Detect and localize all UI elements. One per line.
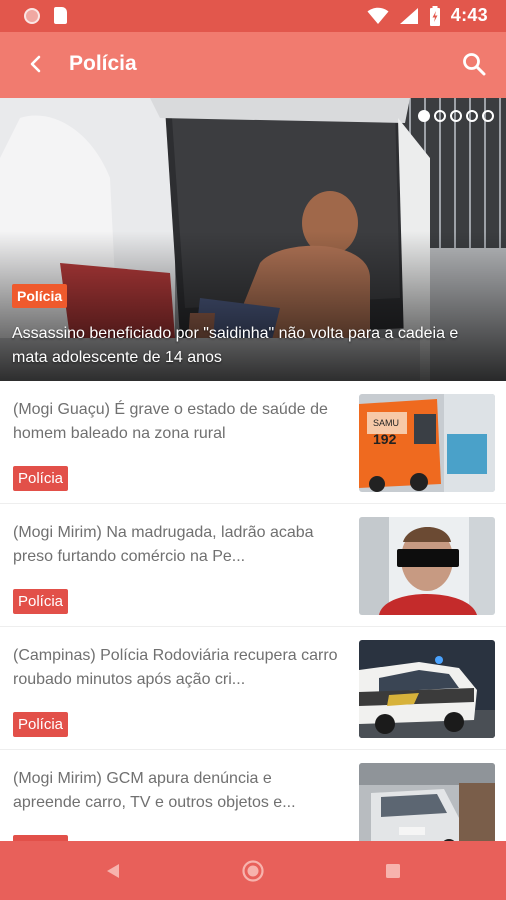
back-button[interactable] [18,46,54,82]
hero-headline[interactable]: Assassino beneficiado por "saidinha" não… [12,322,498,370]
signal-icon [399,7,418,24]
nav-recents-button[interactable] [377,855,409,887]
category-badge[interactable]: Polícia [13,712,69,737]
search-icon [463,53,486,76]
news-item[interactable]: (Campinas) Polícia Rodoviária recupera c… [0,627,506,750]
pager-dot[interactable] [466,110,478,122]
nav-back-button[interactable] [97,855,129,887]
news-headline[interactable]: (Mogi Mirim) Na madrugada, ladrão acaba … [13,521,343,569]
news-thumbnail[interactable] [359,640,495,738]
pager-dot[interactable] [450,110,462,122]
news-thumbnail[interactable]: 192 SAMU [359,394,495,492]
battery-icon [429,5,440,26]
nav-recents-icon [386,864,400,878]
status-bar: 4:43 [0,0,506,32]
ambulance-top-label: SAMU [373,418,399,428]
police-car-image [359,640,495,738]
suspect-photo [359,517,495,615]
category-badge[interactable]: Polícia [13,589,69,614]
carousel-pager [418,110,494,122]
news-headline[interactable]: (Campinas) Polícia Rodoviária recupera c… [13,644,343,692]
circle-icon [24,7,40,24]
category-badge[interactable]: Polícia [13,466,69,491]
ambulance-number-label: 192 [373,431,397,447]
pager-dot[interactable] [434,110,446,122]
sd-card-icon [54,7,67,24]
pager-dot[interactable] [482,110,494,122]
pager-dot[interactable] [418,110,430,122]
news-item[interactable]: (Mogi Mirim) Na madrugada, ladrão acaba … [0,504,506,627]
nav-back-icon [107,864,119,878]
news-list: (Mogi Guaçu) É grave o estado de saúde d… [0,381,506,873]
wifi-icon [367,7,389,24]
status-time: 4:43 [450,5,488,25]
hero-carousel[interactable]: Polícia Assassino beneficiado por "saidi… [0,98,506,381]
ambulance-image: 192 SAMU [359,394,495,492]
news-item[interactable]: (Mogi Guaçu) É grave o estado de saúde d… [0,381,506,504]
navigation-bar [0,841,506,900]
news-thumbnail[interactable] [359,517,495,615]
hero-category-badge[interactable]: Polícia [12,284,68,308]
app-bar: Polícia [0,32,506,98]
news-headline[interactable]: (Mogi Guaçu) É grave o estado de saúde d… [13,398,343,446]
news-headline[interactable]: (Mogi Mirim) GCM apura denúncia e apreen… [13,767,343,815]
page-title: Polícia [69,52,137,75]
search-button[interactable] [456,46,492,82]
nav-home-button[interactable] [237,855,269,887]
nav-home-icon [242,860,264,882]
back-arrow-icon [30,55,41,73]
screen: 4:43 Polícia Polícia Assassino beneficia… [0,0,506,900]
